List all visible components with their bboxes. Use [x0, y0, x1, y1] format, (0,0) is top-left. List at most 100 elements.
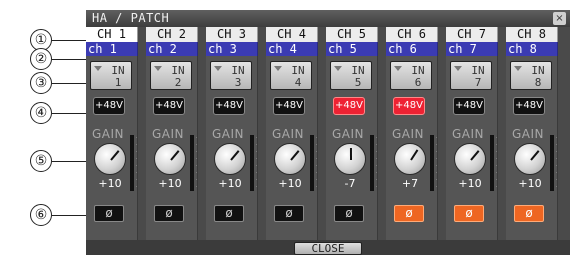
phantom-power-button[interactable]: +48V: [513, 97, 545, 115]
channel-select-tab[interactable]: CH 6: [386, 27, 438, 42]
gain-value: +7: [401, 177, 419, 190]
meter-tick: [196, 151, 197, 152]
phase-invert-button[interactable]: ø: [514, 205, 544, 222]
input-patch-number: 2: [174, 76, 182, 89]
phantom-power-button[interactable]: +48V: [393, 97, 425, 115]
gain-knob[interactable]: [394, 143, 426, 175]
channel-select-tab[interactable]: CH 5: [326, 27, 378, 42]
level-meter: [130, 135, 134, 191]
phantom-power-button[interactable]: +48V: [273, 97, 305, 115]
channel-name: ch 2: [146, 42, 198, 56]
callout-2-leader: [52, 59, 90, 60]
gain-value: +10: [98, 177, 122, 190]
input-patch-button[interactable]: IN 3: [210, 61, 252, 90]
close-button[interactable]: CLOSE: [294, 242, 362, 255]
meter-tick: [136, 165, 137, 166]
gain-value: +10: [278, 177, 302, 190]
meter-tick: [556, 172, 557, 173]
gain-knob-pointer: [170, 150, 180, 161]
meter-tick: [556, 165, 557, 166]
phase-invert-button[interactable]: ø: [454, 205, 484, 222]
meter-tick: [556, 151, 557, 152]
channel-strip: CH 2 ch 2 IN 2 +48V GAIN +10 ø: [146, 27, 198, 240]
meter-tick: [316, 172, 317, 173]
meter-tick: [136, 137, 137, 138]
gain-knob[interactable]: [514, 143, 546, 175]
meter-tick: [556, 179, 557, 180]
callout-4: ④: [30, 102, 52, 124]
meter-tick: [316, 165, 317, 166]
meter-tick: [496, 137, 497, 138]
phantom-power-button[interactable]: +48V: [213, 97, 245, 115]
meter-tick: [196, 137, 197, 138]
channel-strip: CH 5 ch 5 IN 5 +48V GAIN -7 ø: [326, 27, 378, 240]
meter-tick: [376, 158, 377, 159]
meter-tick: [256, 186, 257, 187]
input-patch-button[interactable]: IN 7: [450, 61, 492, 90]
channel-select-tab[interactable]: CH 2: [146, 27, 198, 42]
channel-select-tab[interactable]: CH 4: [266, 27, 318, 42]
meter-tick: [316, 158, 317, 159]
gain-value: +10: [518, 177, 542, 190]
phase-invert-button[interactable]: ø: [214, 205, 244, 222]
gain-knob[interactable]: [214, 143, 246, 175]
gain-value: +10: [218, 177, 242, 190]
gain-label: GAIN: [512, 127, 545, 141]
phase-invert-button[interactable]: ø: [274, 205, 304, 222]
level-meter: [310, 135, 314, 191]
gain-knob[interactable]: [154, 143, 186, 175]
gain-knob-pointer: [230, 150, 240, 161]
channel-select-tab[interactable]: CH 7: [446, 27, 498, 42]
gain-value: -7: [344, 177, 356, 190]
phantom-power-button[interactable]: +48V: [93, 97, 125, 115]
meter-tick: [316, 179, 317, 180]
meter-tick: [376, 144, 377, 145]
phase-invert-button[interactable]: ø: [394, 205, 424, 222]
input-patch-number: 4: [294, 76, 302, 89]
input-patch-button[interactable]: IN 5: [330, 61, 372, 90]
meter-tick: [256, 179, 257, 180]
meter-tick: [436, 151, 437, 152]
gain-knob-pointer: [349, 147, 352, 161]
gain-knob[interactable]: [94, 143, 126, 175]
phantom-power-button[interactable]: +48V: [453, 97, 485, 115]
meter-tick: [436, 186, 437, 187]
meter-tick: [376, 165, 377, 166]
meter-tick: [496, 151, 497, 152]
phantom-power-button[interactable]: +48V: [333, 97, 365, 115]
input-patch-button[interactable]: IN 2: [150, 61, 192, 90]
meter-tick: [256, 172, 257, 173]
channel-select-tab[interactable]: CH 3: [206, 27, 258, 42]
meter-tick: [496, 165, 497, 166]
phase-invert-button[interactable]: ø: [334, 205, 364, 222]
level-meter: [430, 135, 434, 191]
input-patch-button[interactable]: IN 1: [90, 61, 132, 90]
input-patch-button[interactable]: IN 6: [390, 61, 432, 90]
phase-invert-button[interactable]: ø: [154, 205, 184, 222]
meter-tick: [136, 144, 137, 145]
channel-select-tab[interactable]: CH 1: [86, 27, 138, 42]
gain-knob[interactable]: [334, 143, 366, 175]
channel-select-tab[interactable]: CH 8: [506, 27, 558, 42]
phase-invert-button[interactable]: ø: [94, 205, 124, 222]
gain-knob-pointer: [530, 150, 540, 161]
channel-name: ch 4: [266, 42, 318, 56]
window-close-icon[interactable]: ×: [553, 12, 566, 25]
meter-tick: [136, 172, 137, 173]
window-title: HA / PATCH: [92, 11, 170, 25]
input-patch-button[interactable]: IN 8: [510, 61, 552, 90]
gain-value: +10: [158, 177, 182, 190]
meter-tick: [496, 172, 497, 173]
meter-tick: [256, 144, 257, 145]
gain-knob[interactable]: [274, 143, 306, 175]
channel-strip: CH 8 ch 8 IN 8 +48V GAIN +10 ø: [506, 27, 558, 240]
meter-tick: [256, 165, 257, 166]
input-patch-number: 1: [114, 76, 122, 89]
gain-knob[interactable]: [454, 143, 486, 175]
title-bar: HA / PATCH ×: [86, 10, 570, 27]
phantom-power-button[interactable]: +48V: [153, 97, 185, 115]
meter-tick: [376, 186, 377, 187]
meter-tick: [316, 151, 317, 152]
input-patch-button[interactable]: IN 4: [270, 61, 312, 90]
meter-tick: [196, 179, 197, 180]
